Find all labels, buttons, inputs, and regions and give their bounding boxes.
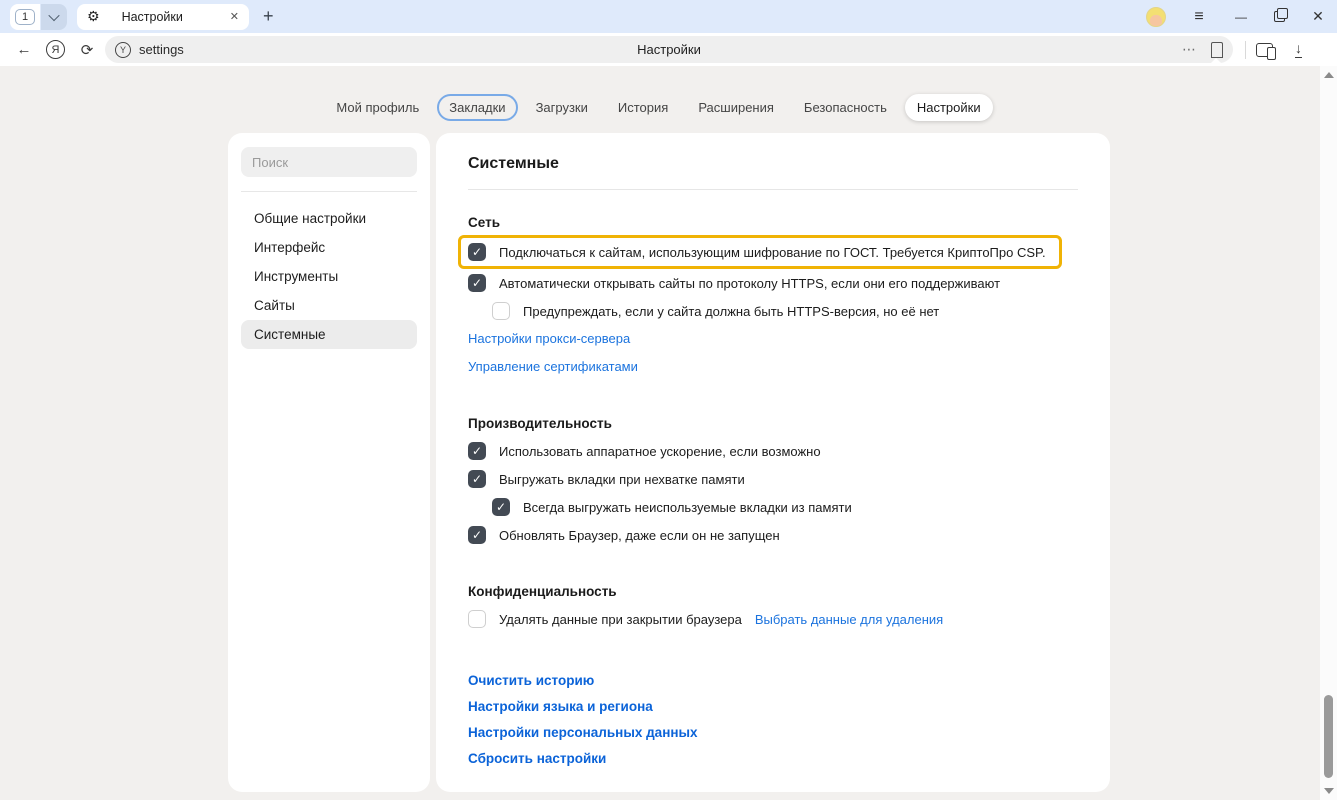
check-icon: ✓	[472, 529, 482, 541]
downloads-icon[interactable]: ↓	[1295, 41, 1302, 58]
search-input[interactable]	[241, 147, 417, 177]
check-icon: ✓	[472, 473, 482, 485]
section-network-heading: Сеть	[468, 215, 1078, 230]
scrollbar-thumb[interactable]	[1324, 695, 1333, 778]
protect-badge-icon[interactable]: Y	[115, 42, 131, 58]
sidebar-item-system[interactable]: Системные	[241, 320, 417, 349]
browser-tab-settings[interactable]: ⚙ Настройки ✕	[77, 4, 249, 30]
gear-icon: ⚙	[87, 8, 100, 25]
toolbar-divider	[1245, 41, 1246, 59]
tab-extensions[interactable]: Расширения	[686, 94, 786, 121]
checkbox-https-warn[interactable]	[492, 302, 510, 320]
scroll-up-icon[interactable]	[1324, 72, 1334, 78]
sidebar-item-sites[interactable]: Сайты	[241, 291, 417, 320]
checkbox-label: Предупреждать, если у сайта должна быть …	[523, 304, 939, 319]
checkbox-always-unload[interactable]: ✓	[492, 498, 510, 516]
checkbox-unload-tabs[interactable]: ✓	[468, 470, 486, 488]
new-tab-button[interactable]: +	[263, 6, 274, 27]
settings-nav-tabs: Мой профиль Закладки Загрузки История Ра…	[0, 94, 1317, 121]
tab-title: Настройки	[122, 10, 216, 24]
tab-strip: 1 ⚙ Настройки ✕ + ≡ — ✕	[0, 0, 1337, 33]
tab-list-dropdown[interactable]	[41, 4, 67, 30]
check-icon: ✓	[472, 246, 482, 258]
section-performance-heading: Производительность	[468, 416, 1078, 431]
sidebar-item-interface[interactable]: Интерфейс	[241, 233, 417, 262]
checkbox-gost[interactable]: ✓	[468, 243, 486, 261]
address-bar[interactable]: Y settings Настройки ⋯	[105, 36, 1233, 63]
tab-counter[interactable]: 1	[10, 4, 67, 30]
checkbox-auto-update[interactable]: ✓	[468, 526, 486, 544]
checkbox-https-auto[interactable]: ✓	[468, 274, 486, 292]
sidebar-item-tools[interactable]: Инструменты	[241, 262, 417, 291]
tab-downloads[interactable]: Загрузки	[524, 94, 600, 121]
yandex-logo-icon[interactable]: Я	[46, 40, 65, 59]
close-tab-icon[interactable]: ✕	[230, 10, 239, 23]
checkbox-hw-accel[interactable]: ✓	[468, 442, 486, 460]
profile-avatar[interactable]	[1146, 7, 1166, 27]
language-region-link[interactable]: Настройки языка и региона	[468, 699, 1078, 714]
highlighted-setting-gost: ✓ Подключаться к сайтам, использующим ши…	[458, 235, 1062, 269]
sidebar-divider	[241, 191, 417, 192]
restore-window-button[interactable]	[1274, 11, 1285, 22]
settings-main-panel: Системные Сеть ✓ Подключаться к сайтам, …	[436, 133, 1110, 792]
reset-settings-link[interactable]: Сбросить настройки	[468, 751, 1078, 766]
check-icon: ✓	[496, 501, 506, 513]
choose-data-link[interactable]: Выбрать данные для удаления	[755, 612, 943, 627]
certificates-link[interactable]: Управление сертификатами	[468, 359, 638, 374]
checkbox-label: Подключаться к сайтам, использующим шифр…	[499, 245, 1046, 260]
tab-my-profile[interactable]: Мой профиль	[324, 94, 431, 121]
clear-history-link[interactable]: Очистить историю	[468, 673, 1078, 688]
checkbox-label: Автоматически открывать сайты по протоко…	[499, 276, 1000, 291]
tab-history[interactable]: История	[606, 94, 680, 121]
check-icon: ✓	[472, 445, 482, 457]
section-privacy-heading: Конфиденциальность	[468, 584, 1078, 599]
browser-menu-button[interactable]: ≡	[1190, 8, 1208, 26]
checkbox-label: Обновлять Браузер, даже если он не запущ…	[499, 528, 780, 543]
scrollbar[interactable]	[1320, 66, 1337, 800]
checkbox-label: Выгружать вкладки при нехватке памяти	[499, 472, 745, 487]
checkbox-label: Всегда выгружать неиспользуемые вкладки …	[523, 500, 852, 515]
chevron-down-icon	[48, 9, 59, 20]
checkbox-label: Использовать аппаратное ускорение, если …	[499, 444, 821, 459]
side-panel-icon[interactable]	[1256, 43, 1273, 57]
tab-bookmarks[interactable]: Закладки	[437, 94, 517, 121]
personal-data-link[interactable]: Настройки персональных данных	[468, 725, 1078, 740]
check-icon: ✓	[472, 277, 482, 289]
tab-settings[interactable]: Настройки	[905, 94, 993, 121]
title-divider	[468, 189, 1078, 190]
scroll-down-icon[interactable]	[1324, 788, 1334, 794]
tab-count-badge: 1	[15, 9, 35, 25]
more-icon[interactable]: ⋯	[1182, 41, 1197, 58]
settings-sidebar: Общие настройки Интерфейс Инструменты Са…	[228, 133, 430, 792]
checkbox-clear-on-close[interactable]	[468, 610, 486, 628]
tab-security[interactable]: Безопасность	[792, 94, 899, 121]
back-icon[interactable]: ←	[12, 41, 36, 58]
page-title: Системные	[468, 155, 1078, 173]
browser-toolbar: ← Я ⟳ Y settings Настройки ⋯ ↓	[0, 33, 1337, 66]
close-window-button[interactable]: ✕	[1309, 8, 1327, 25]
sidebar-item-general[interactable]: Общие настройки	[241, 204, 417, 233]
address-value[interactable]: settings	[139, 42, 184, 57]
settings-page: Мой профиль Закладки Загрузки История Ра…	[0, 66, 1337, 800]
bookmark-icon[interactable]	[1211, 42, 1223, 57]
minimize-button[interactable]: —	[1232, 10, 1250, 24]
checkbox-label: Удалять данные при закрытии браузера	[499, 612, 742, 627]
proxy-settings-link[interactable]: Настройки прокси-сервера	[468, 331, 630, 346]
page-title-centered: Настройки	[105, 42, 1233, 57]
reload-icon[interactable]: ⟳	[75, 41, 99, 59]
